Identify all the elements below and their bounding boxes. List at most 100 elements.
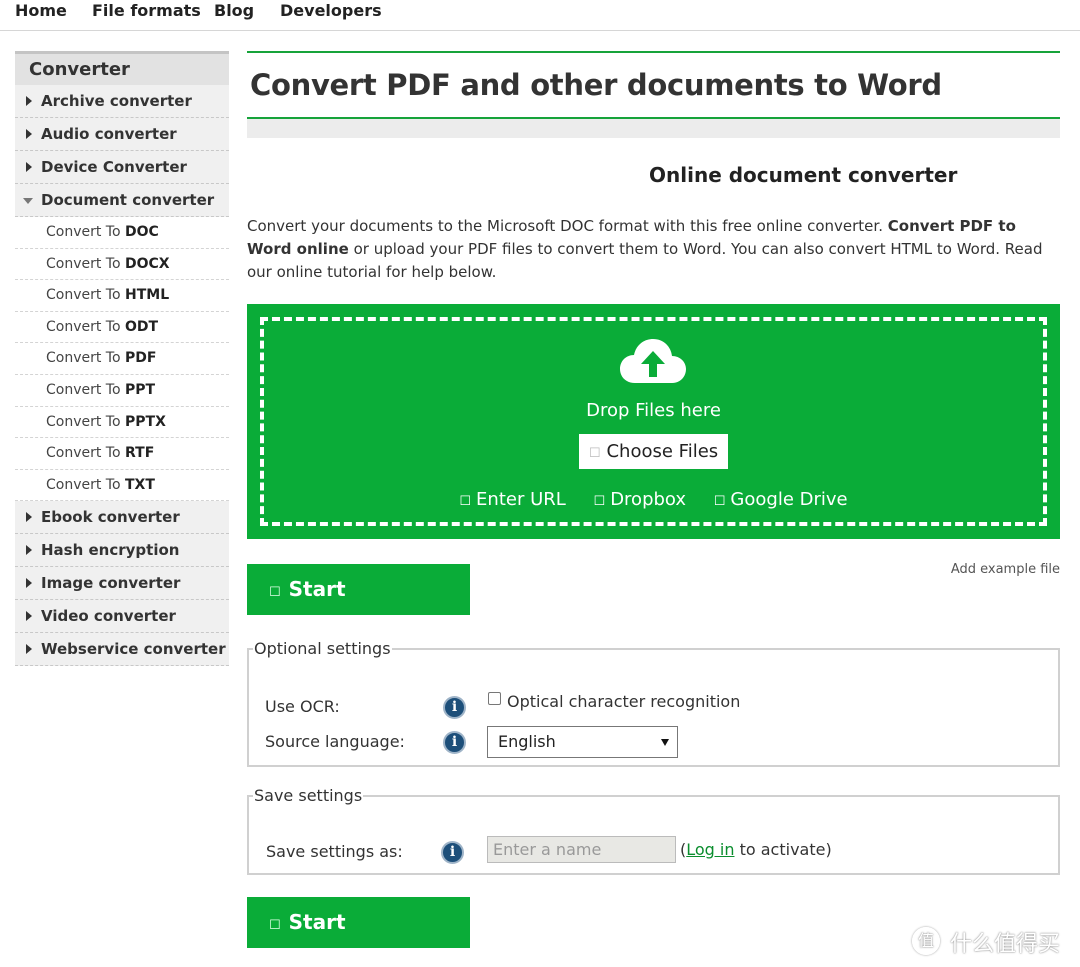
choose-files-label: Choose Files bbox=[606, 441, 719, 462]
google-drive-label: Google Drive bbox=[730, 489, 848, 510]
sidebar-subitem-prefix: Convert To bbox=[46, 318, 121, 335]
start-conversion-button-bottom[interactable]: ☐Start conversion bbox=[247, 897, 470, 967]
caret-right-icon bbox=[26, 512, 32, 523]
link-icon: ☐ bbox=[459, 494, 472, 509]
add-example-file-link[interactable]: Add example file bbox=[951, 562, 1060, 577]
drop-files-text: Drop Files here bbox=[586, 400, 721, 421]
sidebar-category-audio-converter[interactable]: Audio converter bbox=[15, 118, 229, 151]
caret-right-icon bbox=[26, 611, 32, 622]
caret-right-icon bbox=[26, 545, 32, 556]
sidebar-subitem-format: TXT bbox=[125, 476, 155, 493]
info-icon[interactable]: i bbox=[443, 696, 466, 719]
sidebar-category-label: Webservice converter bbox=[41, 640, 226, 659]
sidebar-subitem-format: ODT bbox=[125, 318, 159, 335]
caret-right-icon bbox=[26, 578, 32, 589]
sidebar-category-video-converter[interactable]: Video converter bbox=[15, 600, 229, 634]
caret-right-icon bbox=[26, 644, 32, 655]
sidebar-subitem-ppt[interactable]: Convert To PPT bbox=[15, 374, 229, 407]
caret-right-icon bbox=[26, 96, 32, 106]
sidebar-subitem-format: PDF bbox=[125, 350, 157, 367]
sidebar-category-ebook-converter[interactable]: Ebook converter bbox=[15, 501, 229, 535]
nav-blog-link[interactable]: Blog bbox=[214, 1, 254, 20]
sidebar-category-hash-encryption[interactable]: Hash encryption bbox=[15, 534, 229, 568]
sidebar-subitem-html[interactable]: Convert To HTML bbox=[15, 280, 229, 312]
sidebar-category-archive-converter[interactable]: Archive converter bbox=[15, 85, 229, 118]
sidebar-category-label: Hash encryption bbox=[41, 541, 180, 560]
file-dropzone[interactable]: Drop Files here ☐ Choose Files ☐ Enter URL… bbox=[247, 304, 1060, 539]
info-icon[interactable]: i bbox=[441, 841, 464, 864]
start-icon: ☐ bbox=[269, 918, 281, 933]
start-icon: ☐ bbox=[269, 585, 281, 600]
save-settings-legend: Save settings bbox=[254, 786, 363, 805]
intro-text-part2: or upload your PDF files to convert them… bbox=[247, 240, 1043, 281]
save-settings-panel: Save settings Save settings as: i (Log i… bbox=[247, 786, 1060, 875]
sidebar-category-device-converter[interactable]: Device Converter bbox=[15, 151, 229, 184]
sidebar-category-image-converter[interactable]: Image converter bbox=[15, 567, 229, 601]
optional-settings-panel: Optional settings Use OCR: i Optical cha… bbox=[247, 639, 1060, 767]
section-subtitle: Online document converter bbox=[649, 163, 958, 187]
sidebar-subitem-doc[interactable]: Convert To DOC bbox=[15, 217, 229, 249]
ocr-checkbox[interactable] bbox=[488, 692, 501, 705]
nav-file-formats-link[interactable]: File formats bbox=[92, 1, 201, 20]
sidebar: Converter Archive converter Audio convert… bbox=[15, 51, 229, 667]
info-icon[interactable]: i bbox=[443, 731, 466, 754]
choose-files-button[interactable]: ☐ Choose Files bbox=[579, 434, 728, 469]
ocr-checkbox-label: Optical character recognition bbox=[507, 692, 741, 711]
enter-url-link[interactable]: ☐ Enter URL bbox=[459, 489, 565, 510]
sidebar-subitem-prefix: Convert To bbox=[46, 413, 121, 430]
sidebar-category-label: Document converter bbox=[41, 191, 215, 209]
sidebar-subitem-format: PPT bbox=[125, 381, 156, 398]
sidebar-category-label: Video converter bbox=[41, 607, 176, 626]
dropdown-arrow-icon bbox=[661, 739, 669, 746]
sidebar-subitem-txt[interactable]: Convert To TXT bbox=[15, 469, 229, 502]
intro-text-part1: Convert your documents to the Microsoft … bbox=[247, 217, 883, 235]
dropbox-link[interactable]: ☐ Dropbox bbox=[594, 489, 687, 510]
cloud-upload-icon bbox=[620, 339, 686, 383]
divider-strip bbox=[247, 119, 1060, 138]
sidebar-subitem-format: HTML bbox=[125, 287, 170, 304]
caret-down-icon bbox=[23, 198, 33, 204]
sidebar-subitem-prefix: Convert To bbox=[46, 224, 121, 240]
sidebar-subitem-format: PPTX bbox=[125, 413, 166, 430]
sidebar-category-label: Device Converter bbox=[41, 158, 187, 176]
sidebar-subitem-docx[interactable]: Convert To DOCX bbox=[15, 248, 229, 281]
start-conversion-button-top[interactable]: ☐ Start conversion bbox=[247, 564, 470, 655]
sidebar-category-webservice-converter[interactable]: Webservice converter bbox=[15, 633, 229, 667]
settings-name-input[interactable] bbox=[487, 836, 676, 863]
intro-text: Convert your documents to the Microsoft … bbox=[247, 215, 1060, 284]
sidebar-subitem-rtf[interactable]: Convert To RTF bbox=[15, 438, 229, 470]
sidebar-category-label: Ebook converter bbox=[41, 508, 180, 527]
sidebar-subitem-odt[interactable]: Convert To ODT bbox=[15, 311, 229, 344]
nav-developers-link[interactable]: Developers bbox=[280, 1, 382, 20]
main-content: Convert PDF and other documents to Word … bbox=[247, 51, 1060, 967]
page-title: Convert PDF and other documents to Word bbox=[250, 68, 942, 102]
sidebar-category-document-converter[interactable]: Document converter bbox=[15, 184, 229, 217]
title-bar: Convert PDF and other documents to Word bbox=[247, 51, 1060, 119]
top-navigation: Home File formats Blog Developers bbox=[0, 0, 1080, 31]
log-in-link[interactable]: Log in bbox=[686, 840, 734, 859]
sidebar-subitem-format: DOC bbox=[125, 224, 159, 240]
sidebar-subitem-format: DOCX bbox=[125, 255, 170, 272]
watermark-text: 什么值得买 bbox=[950, 932, 1061, 957]
google-drive-link[interactable]: ☐ Google Drive bbox=[714, 489, 848, 510]
save-settings-as-label: Save settings as: bbox=[266, 842, 403, 861]
site-watermark: 值 什么值得买 bbox=[912, 925, 1080, 957]
sidebar-subitem-prefix: Convert To bbox=[46, 350, 121, 367]
sidebar-subitem-prefix: Convert To bbox=[46, 287, 121, 304]
source-language-select[interactable]: English bbox=[487, 726, 678, 758]
caret-right-icon bbox=[26, 129, 32, 139]
sidebar-category-label: Image converter bbox=[41, 574, 181, 593]
watermark-logo-icon: 值 bbox=[912, 927, 940, 955]
nav-home-link[interactable]: Home bbox=[15, 1, 67, 20]
sidebar-category-label: Audio converter bbox=[41, 125, 177, 143]
dropbox-label: Dropbox bbox=[610, 489, 687, 510]
source-links: ☐ Enter URL ☐ Dropbox ☐ Google Drive bbox=[247, 489, 1060, 510]
enter-url-label: Enter URL bbox=[476, 489, 566, 510]
sidebar-subitem-pptx[interactable]: Convert To PPTX bbox=[15, 406, 229, 439]
sidebar-subitem-prefix: Convert To bbox=[46, 381, 121, 398]
sidebar-subitem-pdf[interactable]: Convert To PDF bbox=[15, 343, 229, 375]
sidebar-subitem-prefix: Convert To bbox=[46, 445, 121, 462]
sidebar-subitem-prefix: Convert To bbox=[46, 255, 121, 272]
login-hint: (Log in to activate) bbox=[680, 840, 832, 859]
sidebar-heading: Converter bbox=[15, 51, 229, 85]
